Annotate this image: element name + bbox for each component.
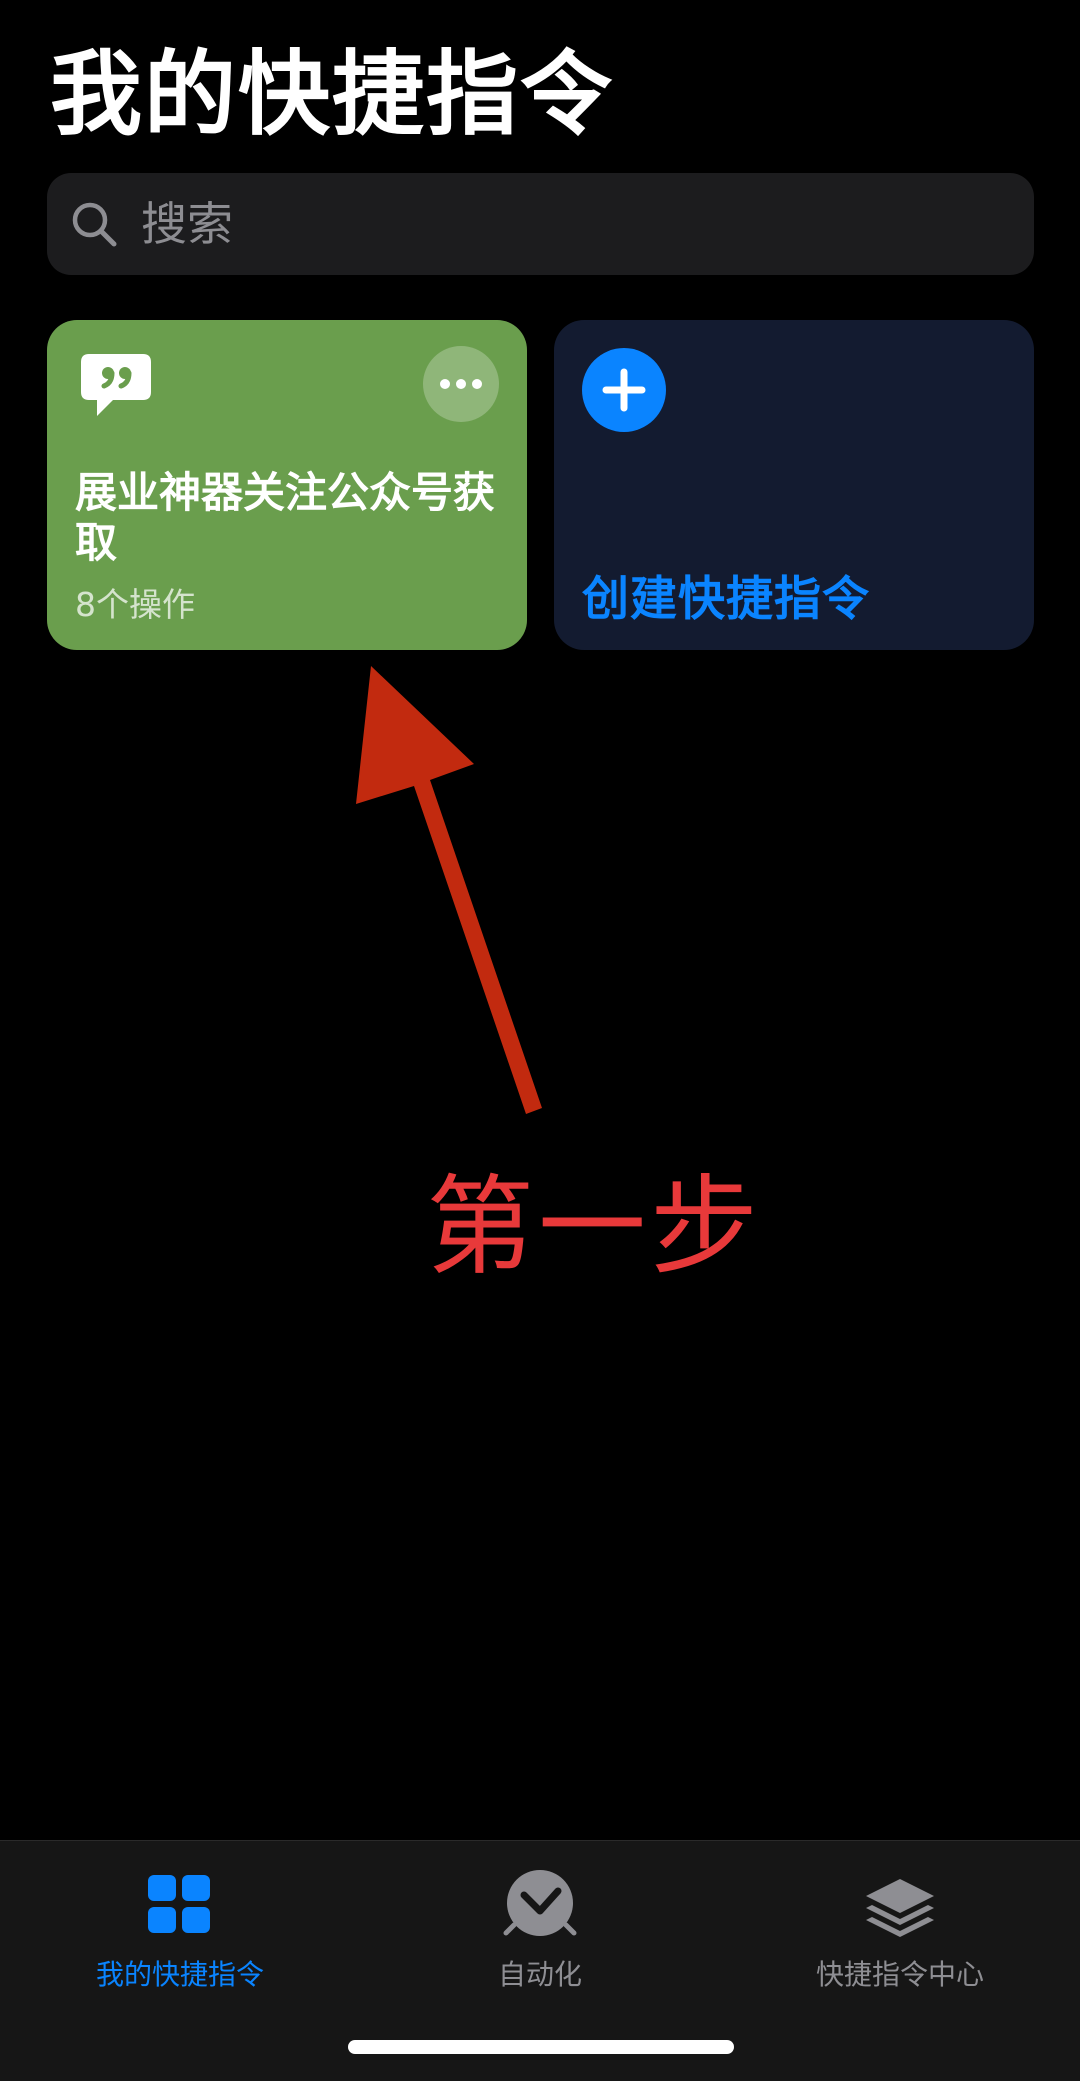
tab-label: 自动化 <box>497 1958 582 1991</box>
page-title: 我的快捷指令 <box>50 41 615 148</box>
home-indicator[interactable] <box>348 2040 734 2054</box>
ellipsis-icon <box>440 379 450 389</box>
create-shortcut-button[interactable] <box>582 348 666 432</box>
shortcut-card[interactable]: 展业神器关注公众号获取 8个操作 <box>47 320 527 650</box>
tab-label: 快捷指令中心 <box>815 1958 984 1991</box>
shortcut-title: 展业神器关注公众号获取 <box>75 468 496 567</box>
layers-icon <box>866 1879 934 1937</box>
more-options-button[interactable] <box>423 346 499 422</box>
tab-my-shortcuts[interactable]: 我的快捷指令 <box>0 1867 360 1993</box>
tab-label: 我的快捷指令 <box>95 1958 264 1991</box>
quote-bubble-icon <box>81 354 151 416</box>
annotation-arrow-icon <box>356 666 542 1114</box>
tab-automation[interactable]: 自动化 <box>360 1867 720 1993</box>
create-shortcut-card[interactable]: 创建快捷指令 <box>554 320 1034 650</box>
search-bar[interactable] <box>47 173 1034 275</box>
clock-check-icon <box>503 1870 577 1936</box>
search-input[interactable] <box>139 196 963 252</box>
shortcut-action-count: 8个操作 <box>75 585 195 624</box>
search-icon <box>72 202 117 247</box>
tab-gallery[interactable]: 快捷指令中心 <box>720 1867 1080 1993</box>
plus-icon <box>602 368 646 412</box>
create-shortcut-label: 创建快捷指令 <box>582 572 870 627</box>
grid-icon <box>148 1875 210 1933</box>
step-annotation-label: 第一步 <box>426 1165 763 1290</box>
